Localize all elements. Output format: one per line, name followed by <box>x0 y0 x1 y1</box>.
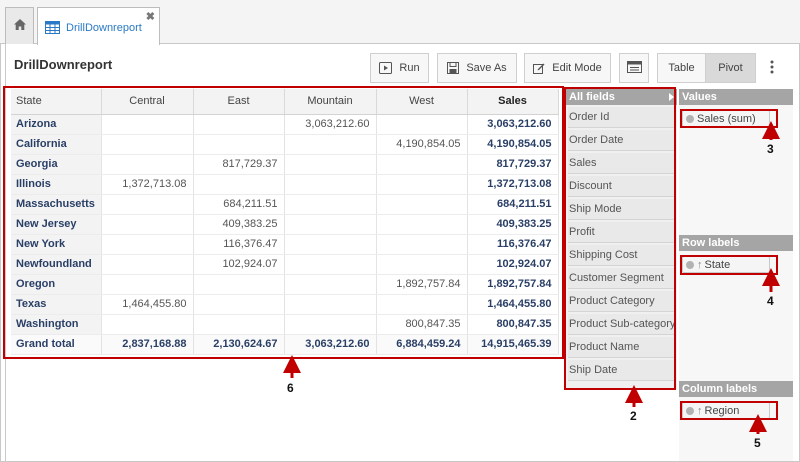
annotation-arrows <box>283 121 780 434</box>
callout-4: 4 <box>767 294 774 308</box>
callout-5: 5 <box>754 436 761 450</box>
callout-6: 6 <box>287 381 294 395</box>
callout-2: 2 <box>630 409 637 423</box>
callout-3: 3 <box>767 142 774 156</box>
